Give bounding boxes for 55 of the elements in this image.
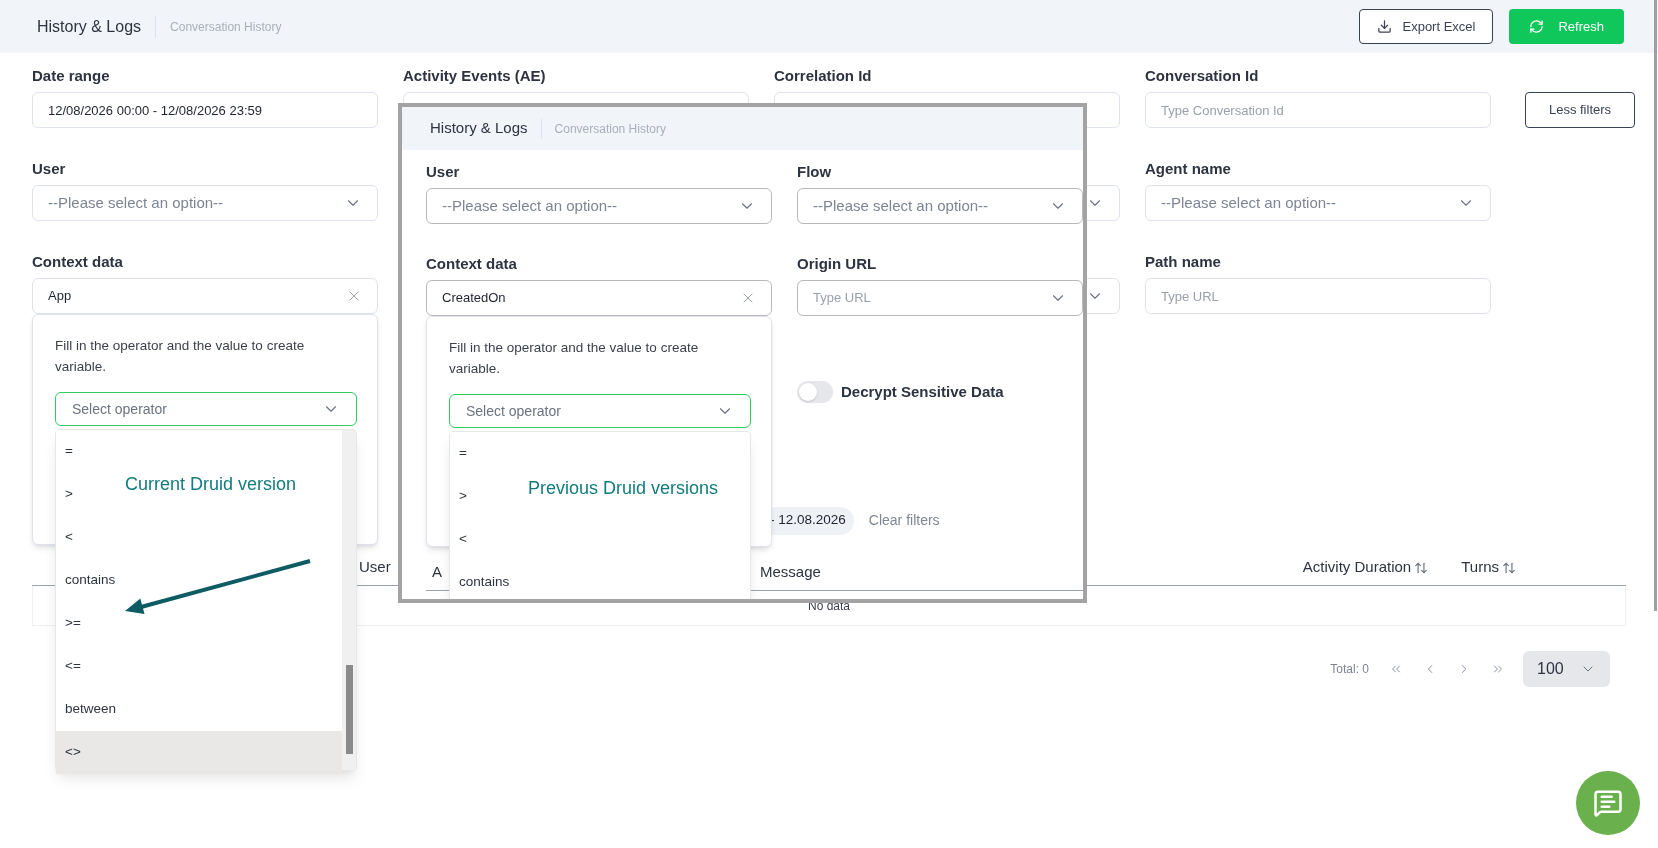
field-label: Activity Events (AE) xyxy=(403,67,546,84)
context-input[interactable]: CreatedOn xyxy=(426,280,772,316)
toggle-switch[interactable] xyxy=(797,381,833,404)
column-header[interactable]: Turns xyxy=(1461,556,1499,579)
last-page-icon[interactable] xyxy=(1491,662,1505,676)
field-label: Origin URL xyxy=(797,255,877,272)
text-field[interactable]: Type URL xyxy=(1145,278,1491,314)
page-size-select[interactable]: 100 xyxy=(1523,651,1610,687)
operator-option[interactable]: = xyxy=(450,432,736,475)
select-dropdown[interactable]: --Please select an option-- xyxy=(797,188,1083,224)
sort-icon[interactable] xyxy=(1414,560,1429,575)
column-header[interactable]: Activity Duration xyxy=(1302,556,1412,579)
field-label: Context data xyxy=(32,253,123,270)
field-label: Correlation Id xyxy=(774,67,872,84)
text-field[interactable]: Type Conversation Id xyxy=(1145,92,1491,128)
refresh-icon xyxy=(1529,19,1545,34)
field-label: User xyxy=(32,160,66,177)
operator-option[interactable]: = xyxy=(56,430,342,473)
annotation-label: Previous Druid versions xyxy=(528,477,719,500)
scrollbar[interactable] xyxy=(342,430,356,770)
column-header[interactable]: A xyxy=(432,560,442,584)
chat-icon xyxy=(1593,788,1623,818)
operator-select[interactable]: Select operator xyxy=(55,392,357,426)
field-label: Conversation Id xyxy=(1145,67,1259,84)
breadcrumb: Conversation History xyxy=(554,120,666,138)
context-input[interactable]: App xyxy=(32,278,378,314)
page-title: History & Logs xyxy=(430,118,528,139)
field-label: Date range xyxy=(32,67,110,84)
select-dropdown[interactable]: --Please select an option-- xyxy=(32,185,378,221)
annotation-label: Current Druid version xyxy=(125,473,297,496)
column-header[interactable]: Message xyxy=(760,560,821,584)
download-icon xyxy=(1377,19,1393,34)
total-count: Total: 0 xyxy=(1330,661,1369,678)
field-label: Agent name xyxy=(1145,160,1231,177)
breadcrumb: Conversation History xyxy=(170,18,282,36)
column-header[interactable]: User xyxy=(359,556,391,579)
less-filters-button[interactable]: Less filters xyxy=(1525,92,1635,128)
field-label: Context data xyxy=(426,255,517,272)
select-dropdown[interactable]: --Please select an option-- xyxy=(1145,185,1491,221)
export-button[interactable]: Export Excel xyxy=(1359,9,1494,44)
first-page-icon[interactable] xyxy=(1389,662,1403,676)
field-label: Path name xyxy=(1145,253,1221,270)
field-label: User xyxy=(426,163,460,180)
toggle-label: Decrypt Sensitive Data xyxy=(841,382,1004,402)
sort-icon[interactable] xyxy=(1502,560,1516,575)
hint-text: Fill in the operator and the value to create variable. xyxy=(449,339,700,378)
operator-option[interactable]: <> xyxy=(56,731,342,774)
text-field[interactable]: 12/08/2026 00:00 - 12/08/2026 23:59 xyxy=(32,92,378,128)
operator-select[interactable]: Select operator xyxy=(449,394,751,428)
scrollbar[interactable] xyxy=(1654,0,1657,611)
page-title: History & Logs xyxy=(37,16,142,37)
clear-filters-link[interactable]: Clear filters xyxy=(868,510,940,531)
hint-text: Fill in the operator and the value to create variable. xyxy=(55,337,306,376)
select-dropdown[interactable]: --Please select an option-- xyxy=(426,188,772,224)
field-label: Flow xyxy=(797,163,832,180)
